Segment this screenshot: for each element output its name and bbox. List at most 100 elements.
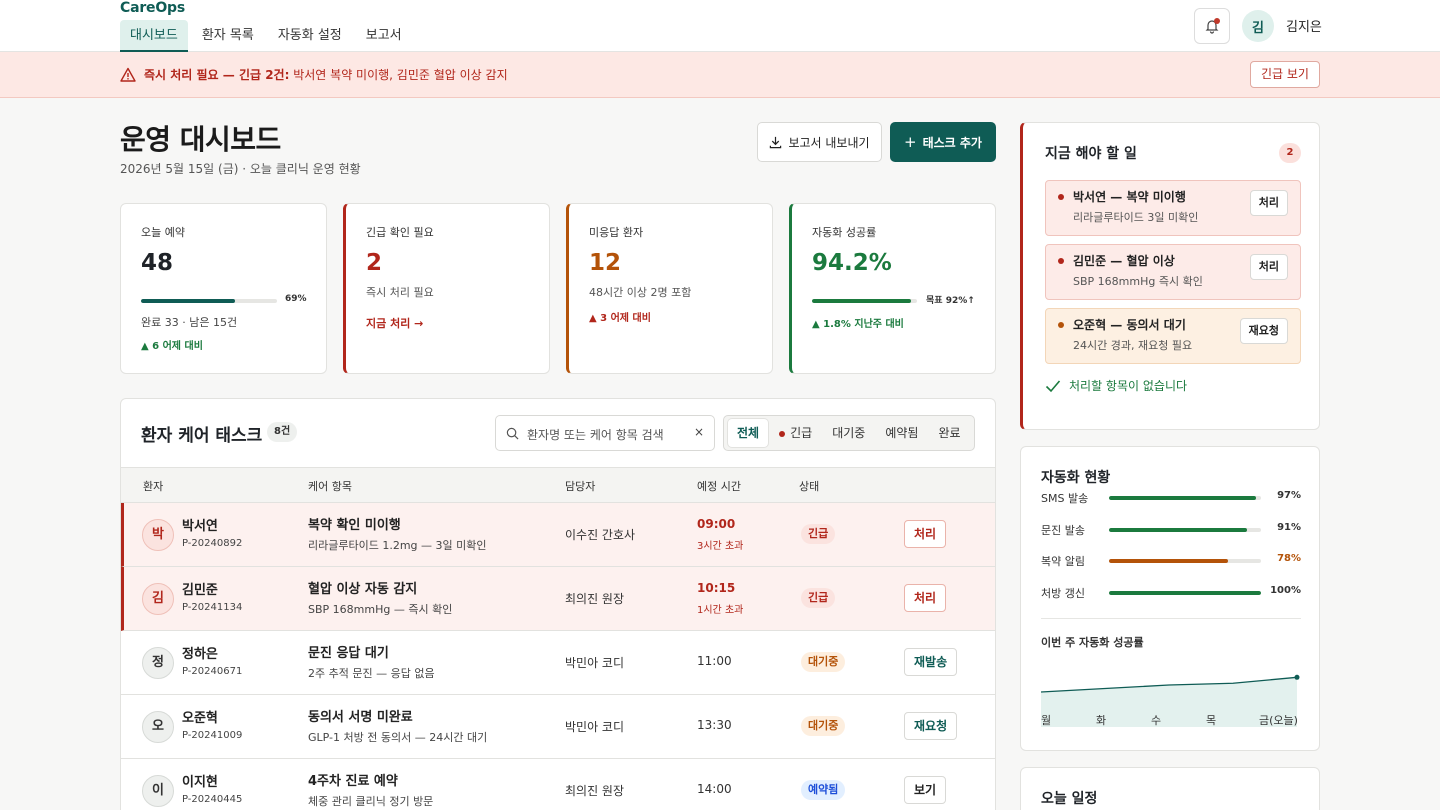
status-badge: 긴급: [801, 588, 836, 608]
notification-dot: [1214, 18, 1220, 24]
app-logo[interactable]: CareOps: [120, 0, 185, 16]
clear-search-icon[interactable]: ×: [694, 425, 704, 439]
view-urgent-button[interactable]: 긴급 보기: [1250, 61, 1320, 88]
patient-name[interactable]: 오준혁: [182, 707, 218, 726]
care-detail: 체중 관리 클리닉 정기 방문: [308, 795, 434, 808]
check-icon: [1045, 379, 1061, 392]
kpi-value: 12: [589, 250, 622, 276]
filter-all[interactable]: 전체: [728, 419, 769, 447]
todo-action-button[interactable]: 처리: [1249, 254, 1288, 280]
export-label: 보고서 내보내기: [788, 135, 870, 150]
row-action-button[interactable]: 처리: [904, 584, 947, 612]
col-time[interactable]: 예정 시간: [697, 478, 741, 494]
kpi-value: 94.2%: [812, 250, 892, 276]
row-action-button[interactable]: 재발송: [904, 648, 958, 676]
todo-item-title: 오준혁 — 동의서 대기: [1073, 318, 1186, 332]
table-row[interactable]: 정 정하은 P-20240671 문진 응답 대기 2주 추적 문진 — 응답 없음 박민…: [121, 631, 995, 695]
todo-action-button[interactable]: 재요청: [1239, 318, 1288, 344]
todo-item[interactable]: 김민준 — 혈압 이상 SBP 168mmHg 즉시 확인 처리: [1045, 244, 1301, 300]
table-row[interactable]: 박 박서연 P-20240892 복약 확인 미이행 리라글루타이드 1.2mg — 3…: [121, 503, 995, 567]
kpi-urgent[interactable]: 긴급 확인 필요 2 즉시 처리 필요 지금 처리 →: [343, 203, 550, 374]
filter-urgent-label: 긴급: [790, 426, 813, 440]
table-row[interactable]: 오 오준혁 P-20241009 동의서 서명 미완료 GLP-1 처방 전 동의서 —…: [121, 695, 995, 759]
alert-text: 즉시 처리 필요 — 긴급 2건: 박서연 복약 미이행, 김민준 혈압 이상 …: [144, 66, 508, 83]
kpi-target-label: 목표 92%↑: [926, 296, 975, 306]
search-input[interactable]: 환자명 또는 케어 항목 검색 ×: [495, 415, 715, 451]
todo-count-badge: 2: [1279, 143, 1301, 163]
export-report-button[interactable]: 보고서 내보내기: [757, 122, 882, 162]
patient-avatar: 정: [142, 647, 174, 679]
assignee: 최의진 원장: [565, 784, 625, 798]
automation-percent: 97%: [1277, 490, 1301, 501]
todo-item[interactable]: 박서연 — 복약 미이행 리라글루타이드 3일 미확인 처리: [1045, 180, 1301, 236]
main-nav: 대시보드 환자 목록 자동화 설정 보고서: [120, 20, 412, 52]
filter-waiting[interactable]: 대기중: [823, 419, 874, 447]
automation-bar-fill: [1109, 496, 1257, 500]
todo-item-title: 박서연 — 복약 미이행: [1073, 190, 1186, 204]
nav-dashboard[interactable]: 대시보드: [120, 20, 188, 52]
add-task-button[interactable]: + 태스크 추가: [890, 122, 996, 162]
kpi-sub: 완료 33 · 남은 15건: [141, 316, 238, 329]
scheduled-time: 13:30: [697, 718, 732, 732]
nav-reports[interactable]: 보고서: [356, 20, 412, 52]
user-avatar[interactable]: 김: [1242, 10, 1274, 42]
table-row[interactable]: 김 김민준 P-20241134 혈압 이상 자동 감지 SBP 168mmHg — 즉…: [121, 567, 995, 631]
col-care[interactable]: 케어 항목: [308, 478, 352, 494]
todo-item[interactable]: 오준혁 — 동의서 대기 24시간 경과, 재요청 필요 재요청: [1045, 308, 1301, 364]
kpi-automation-rate[interactable]: 자동화 성공률 94.2% 목표 92%↑ ▲ 1.8% 지난주 대비: [789, 203, 996, 374]
todo-item-sub: 24시간 경과, 재요청 필요: [1073, 339, 1193, 352]
page-subtitle: 2026년 5월 15일 (금) · 오늘 클리닉 운영 현황: [120, 162, 361, 176]
col-patient[interactable]: 환자: [143, 478, 163, 494]
nav-patients[interactable]: 환자 목록: [192, 20, 264, 52]
patient-name[interactable]: 이지현: [182, 771, 218, 790]
patient-id: P-20240671: [182, 666, 243, 677]
filter-urgent[interactable]: 긴급: [770, 419, 821, 447]
urgent-dot-icon: [1058, 258, 1064, 264]
todo-item-sub: 리라글루타이드 3일 미확인: [1073, 211, 1199, 224]
process-now-link[interactable]: 지금 처리 →: [366, 315, 423, 331]
automation-bar: [1109, 527, 1261, 532]
col-status[interactable]: 상태: [799, 478, 819, 494]
care-title: 혈압 이상 자동 감지: [308, 582, 418, 597]
top-header: CareOps 대시보드 환자 목록 자동화 설정 보고서 김 김지은: [0, 0, 1440, 52]
patient-name[interactable]: 정하은: [182, 643, 218, 662]
notification-button[interactable]: [1194, 8, 1230, 44]
status-badge: 예약됨: [801, 780, 846, 800]
patient-name[interactable]: 박서연: [182, 515, 218, 534]
automation-row: 처방 갱신 100%: [1041, 584, 1301, 602]
warning-dot-icon: [1058, 322, 1064, 328]
kpi-label: 긴급 확인 필요: [366, 226, 434, 239]
filter-booked[interactable]: 예약됨: [876, 419, 927, 447]
row-action-button[interactable]: 재요청: [904, 712, 958, 740]
kpi-today-appointments[interactable]: 오늘 예약 48 69% 완료 33 · 남은 15건 ▲ 6 어제 대비: [120, 203, 327, 374]
alert-detail: 박서연 복약 미이행, 김민준 혈압 이상 감지: [289, 68, 508, 82]
row-action-button[interactable]: 처리: [904, 520, 947, 548]
filter-done[interactable]: 완료: [929, 419, 969, 447]
chart-x-label: 수: [1151, 714, 1162, 727]
todo-item-title: 김민준 — 혈압 이상: [1073, 254, 1175, 268]
chart-x-label: 목: [1206, 714, 1217, 727]
kpi-delta: ▲ 1.8% 지난주 대비: [812, 319, 904, 330]
plus-icon: +: [904, 133, 917, 151]
user-name[interactable]: 김지은: [1286, 16, 1322, 35]
col-assignee[interactable]: 담당자: [565, 478, 595, 494]
kpi-value: 2: [366, 250, 383, 276]
table-title: 환자 케어 태스크: [141, 426, 263, 446]
kpi-unanswered[interactable]: 미응답 환자 12 48시간 이상 2명 포함 ▲ 3 어제 대비: [566, 203, 773, 374]
table-header: 환자 케어 항목 담당자 예정 시간 상태: [121, 467, 995, 503]
care-detail: 리라글루타이드 1.2mg — 3일 미확인: [308, 539, 487, 552]
patient-id: P-20240445: [182, 794, 243, 805]
weekly-chart-title: 이번 주 자동화 성공률: [1041, 636, 1144, 649]
table-row[interactable]: 이 이지현 P-20240445 4주차 진료 예약 체중 관리 클리닉 정기 방문 최의…: [121, 759, 995, 810]
kpi-value: 48: [141, 250, 174, 276]
nav-automation[interactable]: 자동화 설정: [268, 20, 352, 52]
search-placeholder: 환자명 또는 케어 항목 검색: [527, 428, 664, 442]
patient-name[interactable]: 김민준: [182, 579, 218, 598]
row-action-button[interactable]: 보기: [904, 776, 947, 804]
todo-action-button[interactable]: 처리: [1249, 190, 1288, 216]
add-task-label: 태스크 추가: [922, 135, 982, 150]
kpi-delta: ▲ 3 어제 대비: [589, 313, 651, 324]
status-badge: 대기중: [801, 652, 846, 672]
kpi-label: 자동화 성공률: [812, 226, 877, 239]
overdue-label: 3시간 초과: [697, 541, 744, 552]
